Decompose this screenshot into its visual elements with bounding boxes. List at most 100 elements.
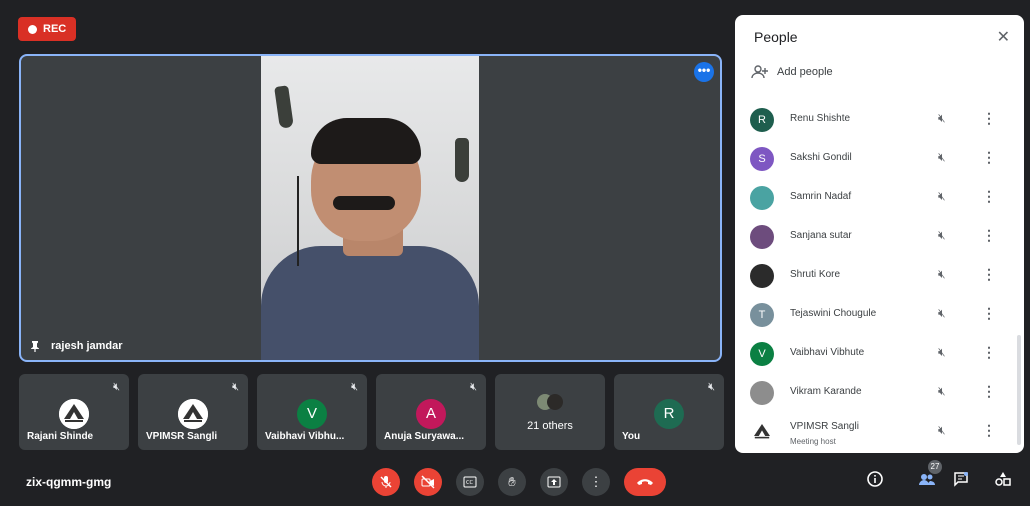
people-button[interactable] bbox=[916, 471, 938, 493]
mic-off-icon[interactable]: 🔇︎ bbox=[938, 189, 946, 204]
camera-off-icon bbox=[421, 475, 435, 489]
mic-off-icon: 🔇︎ bbox=[113, 381, 120, 393]
add-people-label: Add people bbox=[777, 66, 833, 78]
panel-title: People bbox=[754, 29, 798, 45]
list-item[interactable]: S Sakshi Gondil 🔇︎ ⋮ bbox=[735, 140, 1024, 178]
speaker-name-tag: rajesh jamdar bbox=[29, 340, 123, 352]
list-item[interactable]: Samrin Nadaf 🔇︎ ⋮ bbox=[735, 179, 1024, 217]
mic-off-icon bbox=[380, 476, 392, 488]
participant-name: Samrin Nadaf bbox=[790, 191, 852, 202]
more-vert-icon[interactable]: ⋮ bbox=[982, 344, 996, 361]
more-options-button[interactable]: ⋮ bbox=[582, 468, 610, 496]
info-icon bbox=[867, 471, 883, 487]
captions-button[interactable]: CC bbox=[456, 468, 484, 496]
avatar bbox=[750, 186, 774, 210]
participant-name: Sakshi Gondil bbox=[790, 152, 852, 163]
list-item[interactable]: Vikram Karande 🔇︎ ⋮ bbox=[735, 374, 1024, 412]
participant-name: Shruti Kore bbox=[790, 269, 841, 280]
more-vert-icon: ⋮ bbox=[589, 474, 603, 489]
participant-name: VPIMSR Sangli bbox=[790, 421, 859, 432]
meeting-details-button[interactable] bbox=[864, 471, 886, 493]
main-speaker-tile[interactable]: ••• rajesh jamdar bbox=[19, 54, 722, 362]
avatar: S bbox=[750, 147, 774, 171]
participant-tile[interactable]: 🔇︎ V Vaibhavi Vibhu... bbox=[257, 374, 367, 450]
mic-off-icon[interactable]: 🔇︎ bbox=[938, 228, 946, 243]
participant-name: Rajani Shinde bbox=[27, 431, 94, 442]
mic-off-icon[interactable]: 🔇︎ bbox=[938, 111, 946, 126]
avatar bbox=[750, 381, 774, 405]
pin-icon[interactable] bbox=[29, 340, 41, 352]
participant-name: Renu Shishte bbox=[790, 113, 851, 124]
list-item[interactable]: V Vaibhavi Vibhute 🔇︎ ⋮ bbox=[735, 335, 1024, 373]
participant-tile[interactable]: 🔇︎ Rajani Shinde bbox=[19, 374, 129, 450]
leave-call-button[interactable] bbox=[624, 468, 666, 496]
avatar bbox=[750, 264, 774, 288]
list-item[interactable]: Sanjana sutar 🔇︎ ⋮ bbox=[735, 218, 1024, 256]
participant-count-badge: 27 bbox=[928, 460, 942, 474]
group-avatars-icon bbox=[537, 394, 565, 412]
recording-label: REC bbox=[43, 23, 67, 35]
more-vert-icon[interactable]: ⋮ bbox=[982, 227, 996, 244]
speaker-name: rajesh jamdar bbox=[51, 340, 123, 352]
present-screen-icon bbox=[547, 476, 561, 488]
participant-name: Tejaswini Chougule bbox=[790, 308, 877, 319]
hang-up-icon bbox=[637, 479, 653, 485]
mic-toggle-button[interactable] bbox=[372, 468, 400, 496]
raise-hand-button[interactable]: ✋︎ bbox=[498, 468, 526, 496]
participant-name: Sanjana sutar bbox=[790, 230, 852, 241]
more-vert-icon[interactable]: ⋮ bbox=[982, 422, 996, 439]
org-logo-icon bbox=[750, 420, 774, 444]
mic-off-icon: 🔇︎ bbox=[708, 381, 715, 393]
participant-name: Anuja Suryawa... bbox=[384, 431, 465, 442]
mic-off-icon[interactable]: 🔇︎ bbox=[938, 345, 946, 360]
more-vert-icon[interactable]: ⋮ bbox=[982, 149, 996, 166]
participant-tile[interactable]: 🔇︎ VPIMSR Sangli bbox=[138, 374, 248, 450]
participant-name: Vaibhavi Vibhu... bbox=[265, 431, 345, 442]
hand-icon: ✋︎ bbox=[508, 474, 516, 489]
list-item[interactable]: R Renu Shishte 🔇︎ ⋮ bbox=[735, 101, 1024, 139]
record-dot-icon bbox=[28, 24, 37, 34]
host-label: Meeting host bbox=[790, 437, 836, 446]
mic-off-icon: 🔇︎ bbox=[470, 381, 477, 393]
scrollbar[interactable] bbox=[1017, 335, 1021, 445]
avatar: T bbox=[750, 303, 774, 327]
participant-tile[interactable]: 🔇︎ A Anuja Suryawa... bbox=[376, 374, 486, 450]
mic-off-icon[interactable]: 🔇︎ bbox=[938, 150, 946, 165]
more-vert-icon[interactable]: ⋮ bbox=[982, 188, 996, 205]
participant-name: You bbox=[622, 431, 641, 442]
recording-badge: REC bbox=[18, 17, 76, 41]
chat-button[interactable] bbox=[950, 471, 972, 493]
present-button[interactable] bbox=[540, 468, 568, 496]
org-logo-icon bbox=[59, 399, 89, 429]
list-item[interactable]: Shruti Kore 🔇︎ ⋮ bbox=[735, 257, 1024, 295]
more-options-icon[interactable]: ••• bbox=[694, 62, 714, 82]
list-item[interactable]: VPIMSR Sangli Meeting host 🔇︎ ⋮ bbox=[735, 413, 1024, 451]
others-tile[interactable]: 21 others bbox=[495, 374, 605, 450]
participant-name: Vaibhavi Vibhute bbox=[790, 347, 865, 358]
avatar: R bbox=[750, 108, 774, 132]
people-panel: People ✕ Add people R Renu Shishte 🔇︎ ⋮ … bbox=[735, 15, 1024, 453]
avatar bbox=[750, 225, 774, 249]
meeting-code: zix-qgmm-gmg bbox=[26, 475, 112, 489]
more-vert-icon[interactable]: ⋮ bbox=[982, 305, 996, 322]
avatar: R bbox=[654, 399, 684, 429]
activities-icon bbox=[995, 472, 1011, 486]
captions-icon: CC bbox=[463, 476, 477, 488]
list-item[interactable]: T Tejaswini Chougule 🔇︎ ⋮ bbox=[735, 296, 1024, 334]
speaker-video bbox=[261, 56, 479, 360]
close-icon[interactable]: ✕ bbox=[997, 27, 1010, 47]
self-tile[interactable]: 🔇︎ R You bbox=[614, 374, 724, 450]
add-person-icon bbox=[751, 65, 768, 79]
mic-off-icon[interactable]: 🔇︎ bbox=[938, 384, 946, 399]
more-vert-icon[interactable]: ⋮ bbox=[982, 110, 996, 127]
mic-off-icon[interactable]: 🔇︎ bbox=[938, 306, 946, 321]
mic-off-icon: 🔇︎ bbox=[232, 381, 239, 393]
mic-off-icon[interactable]: 🔇︎ bbox=[938, 267, 946, 282]
more-vert-icon[interactable]: ⋮ bbox=[982, 383, 996, 400]
avatar: V bbox=[297, 399, 327, 429]
add-people-button[interactable]: Add people bbox=[751, 65, 833, 79]
activities-button[interactable] bbox=[992, 471, 1014, 493]
more-vert-icon[interactable]: ⋮ bbox=[982, 266, 996, 283]
mic-off-icon[interactable]: 🔇︎ bbox=[938, 423, 946, 438]
camera-toggle-button[interactable] bbox=[414, 468, 442, 496]
